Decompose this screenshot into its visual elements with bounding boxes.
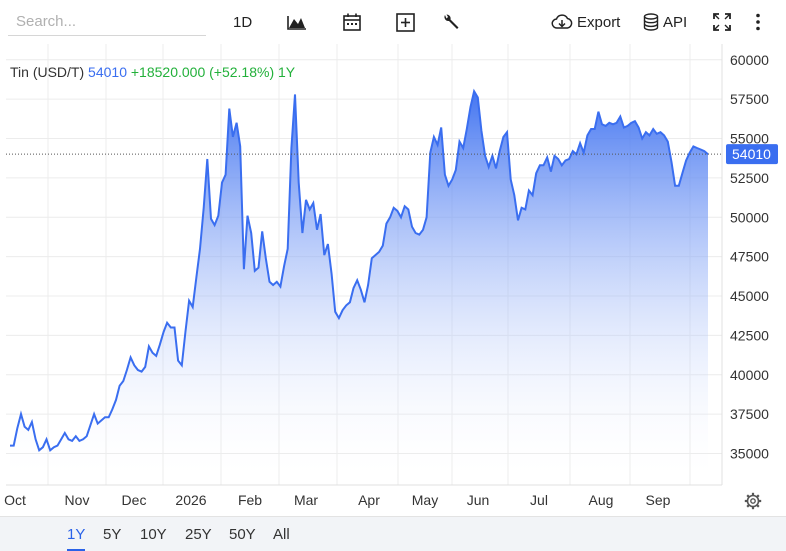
chart-type-icon[interactable] [287, 10, 307, 34]
y-tick-label: 37500 [730, 406, 769, 422]
x-tick-label: Sep [646, 492, 671, 508]
chart-legend: Tin (USD/T) 54010 +18520.000 (+52.18%) 1… [10, 64, 295, 80]
last-price-tag: 54010 [726, 144, 778, 165]
y-tick-label: 52500 [730, 170, 769, 186]
y-tick-label: 35000 [730, 446, 769, 462]
x-tick-label: Jun [467, 492, 490, 508]
y-tick-label: 57500 [730, 91, 769, 107]
x-tick-label: Feb [238, 492, 262, 508]
x-tick-label: Mar [294, 492, 318, 508]
y-tick-label: 45000 [730, 288, 769, 304]
fullscreen-icon[interactable] [712, 10, 732, 34]
database-icon [643, 13, 659, 31]
legend-change: +18520.000 [130, 64, 206, 80]
interval-label: 1D [233, 13, 253, 31]
x-tick-label: Aug [589, 492, 614, 508]
y-tick-label: 42500 [730, 327, 769, 343]
x-tick-label: Apr [358, 492, 380, 508]
x-tick-label: 2026 [175, 492, 206, 508]
toolbar: 1D Export API [0, 0, 786, 44]
y-tick-label: 40000 [730, 367, 769, 383]
range-25y[interactable]: 25Y [185, 524, 212, 549]
wrench-icon[interactable] [442, 10, 460, 34]
export-label: Export [577, 13, 621, 31]
api-label: API [663, 13, 688, 31]
y-tick-label: 60000 [730, 52, 769, 68]
cloud-download-icon [551, 14, 573, 29]
x-tick-label: Dec [122, 492, 147, 508]
calendar-icon[interactable] [342, 10, 362, 34]
range-1y[interactable]: 1Y [67, 524, 86, 551]
last-price-label: 54010 [732, 146, 771, 162]
legend-price: 54010 [88, 64, 127, 80]
y-tick-label: 50000 [730, 209, 769, 225]
x-axis: Oct Nov Dec 2026 Feb Mar Apr May Jun Jul Aug Sep [4, 492, 671, 508]
range-selector: 1Y 5Y 10Y 25Y 50Y All [0, 516, 786, 551]
interval-button[interactable]: 1D [233, 10, 252, 34]
settings-gear-icon[interactable] [744, 492, 762, 515]
more-vertical-icon[interactable] [754, 10, 762, 34]
instrument-name: Tin (USD/T) [10, 64, 85, 80]
x-tick-label: Oct [4, 492, 26, 508]
x-tick-label: Nov [65, 492, 90, 508]
add-indicator-icon[interactable] [396, 10, 415, 34]
legend-period: 1Y [278, 64, 296, 80]
export-button[interactable]: Export [551, 10, 620, 34]
price-chart[interactable]: 35000 37500 40000 42500 45000 47500 50000 52500… [0, 44, 786, 516]
api-button[interactable]: API [643, 10, 687, 34]
x-tick-label: May [412, 492, 438, 508]
y-axis: 35000 37500 40000 42500 45000 47500 50000 52500… [730, 52, 769, 462]
range-all[interactable]: All [273, 524, 290, 549]
range-5y[interactable]: 5Y [103, 524, 121, 549]
range-10y[interactable]: 10Y [140, 524, 167, 549]
price-area [10, 91, 708, 486]
y-tick-label: 47500 [730, 249, 769, 265]
search-input[interactable] [8, 8, 206, 36]
legend-percent: (+52.18%) [209, 64, 275, 80]
x-tick-label: Jul [530, 492, 548, 508]
range-50y[interactable]: 50Y [229, 524, 256, 549]
